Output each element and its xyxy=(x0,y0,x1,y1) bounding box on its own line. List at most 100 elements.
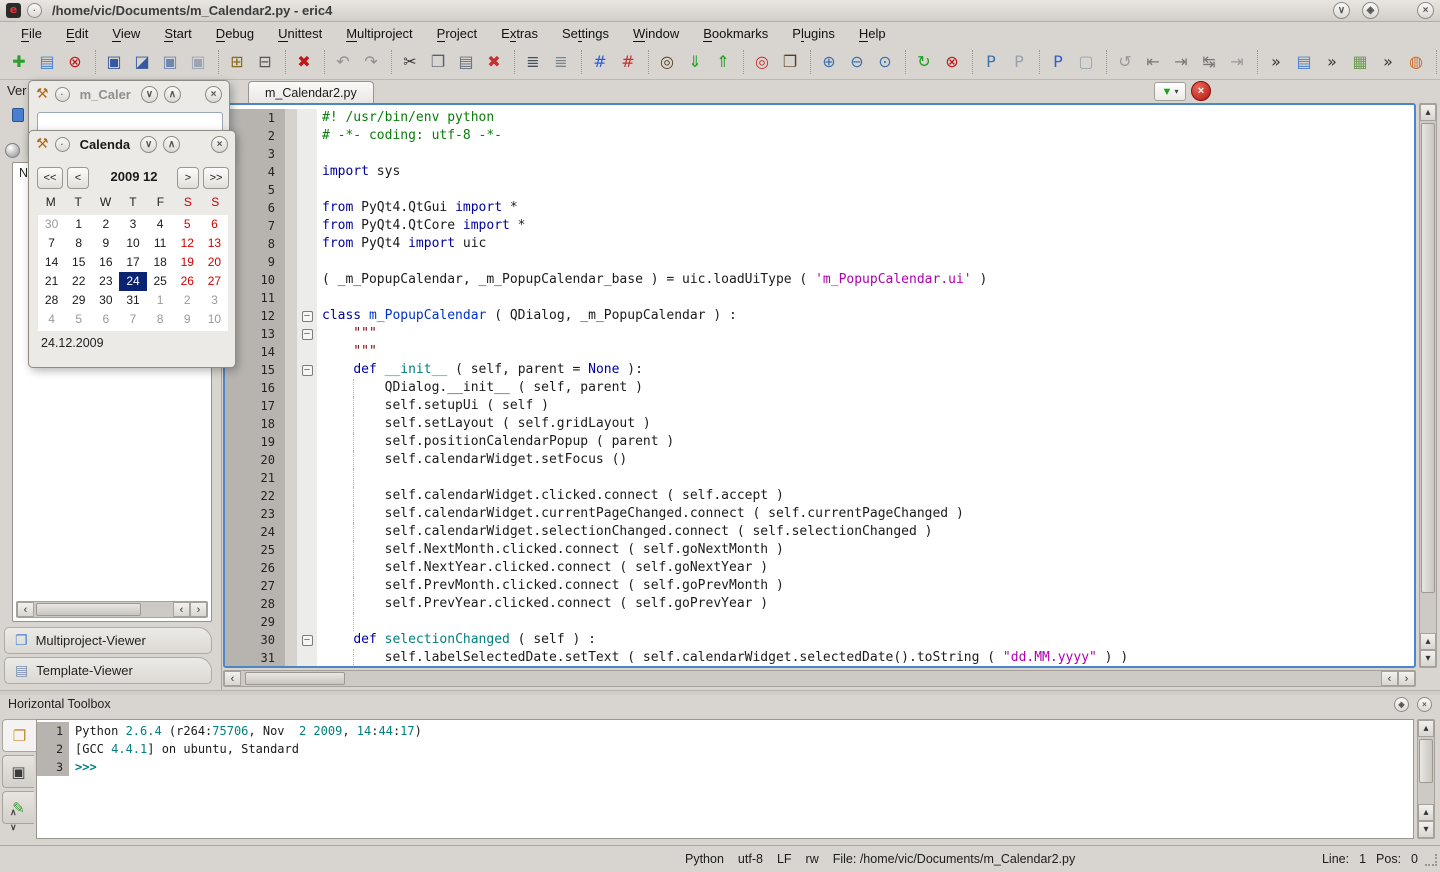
menu-plugins[interactable]: Plugins xyxy=(781,24,846,43)
calendar-day[interactable]: 30 xyxy=(38,215,65,234)
calendar-day[interactable]: 30 xyxy=(92,291,119,310)
calendar-day[interactable]: 21 xyxy=(38,272,65,291)
smart-indent-icon[interactable]: ↹ xyxy=(1196,49,1222,75)
paste-icon[interactable]: ▤ xyxy=(453,49,479,75)
menu-bookmarks[interactable]: Bookmarks xyxy=(692,24,779,43)
scroll-right-button[interactable]: › xyxy=(190,602,207,617)
task-viewer-tab[interactable]: ✎ xyxy=(2,791,34,824)
calendar-day[interactable]: 7 xyxy=(119,310,146,329)
calendar-day[interactable]: 8 xyxy=(65,234,92,253)
calendar-day[interactable]: 28 xyxy=(38,291,65,310)
float-toolbox-button[interactable]: ◈ xyxy=(1394,697,1409,712)
calendar-day[interactable]: 4 xyxy=(38,310,65,329)
debug-script-icon[interactable]: P xyxy=(1045,49,1071,75)
python-shell[interactable]: 1Python 2.6.4 (r264:75706, Nov 2 2009, 1… xyxy=(36,719,1414,839)
goto-brace-icon[interactable]: # xyxy=(615,49,641,75)
app-window-titlebar[interactable]: ⚒ · m_Caler ∨ ∧ × xyxy=(29,81,229,107)
uncomment-icon[interactable]: ≣ xyxy=(548,49,574,75)
save-as-icon[interactable]: ◪ xyxy=(129,49,155,75)
calendar-popup-window[interactable]: ⚒ · Calenda ∨ ∧ × << < 2009 12 > >> MTWT… xyxy=(28,130,236,368)
menu-project[interactable]: Project xyxy=(426,24,488,43)
calendar-day[interactable]: 1 xyxy=(65,215,92,234)
toolbar-overflow-1-icon[interactable]: » xyxy=(1263,49,1289,75)
menu-multiproject[interactable]: Multiproject xyxy=(335,24,423,43)
shade-window-button[interactable]: ∨ xyxy=(1333,2,1350,19)
stop-icon[interactable]: ⊗ xyxy=(939,49,965,75)
calendar-day[interactable]: 22 xyxy=(65,272,92,291)
maximize-window-button[interactable]: ◈ xyxy=(1362,2,1379,19)
scroll-right-button[interactable]: › xyxy=(1398,671,1415,686)
calendar-day[interactable]: 24 xyxy=(119,272,146,291)
redo-icon[interactable]: ↷ xyxy=(358,49,384,75)
calendar-day[interactable]: 9 xyxy=(174,310,201,329)
pin-icon[interactable]: · xyxy=(55,137,70,152)
fold-marker[interactable]: – xyxy=(302,365,313,376)
autocomplete-icon[interactable]: ⇥ xyxy=(1224,49,1250,75)
calendar-day[interactable]: 12 xyxy=(174,234,201,253)
scroll-down-button[interactable]: ▾ xyxy=(1420,650,1436,667)
print-icon[interactable]: ⊞ xyxy=(224,49,250,75)
scrollbar-thumb[interactable] xyxy=(36,603,141,616)
scroll-left-button[interactable]: ‹ xyxy=(224,671,241,686)
sidebar-horizontal-scrollbar[interactable]: ‹ ‹ › xyxy=(16,601,208,618)
calendar-day[interactable]: 29 xyxy=(65,291,92,310)
tab-scroll-up-icon[interactable]: ∧ xyxy=(10,807,17,818)
fold-marker[interactable]: – xyxy=(302,635,313,646)
scroll-up-button[interactable]: ▴ xyxy=(1418,720,1434,737)
refresh-icon[interactable]: ↻ xyxy=(911,49,937,75)
zoom-reset-icon[interactable]: ⊙ xyxy=(872,49,898,75)
calendar-day[interactable]: 14 xyxy=(38,253,65,272)
scrollbar-track[interactable] xyxy=(241,671,1381,686)
save-icon[interactable]: ▣ xyxy=(101,49,127,75)
calendar-day[interactable]: 25 xyxy=(147,272,174,291)
undo-icon[interactable]: ↶ xyxy=(330,49,356,75)
calendar-day[interactable]: 4 xyxy=(147,215,174,234)
scrollbar-thumb[interactable] xyxy=(1421,123,1435,593)
menu-view[interactable]: View xyxy=(101,24,151,43)
open-file-icon[interactable]: ▤ xyxy=(34,49,60,75)
calendar-day[interactable]: 13 xyxy=(201,234,228,253)
menu-window[interactable]: Window xyxy=(622,24,690,43)
menu-help[interactable]: Help xyxy=(848,24,897,43)
zoom-in-icon[interactable]: ⊕ xyxy=(816,49,842,75)
help-browser-icon[interactable]: ◍ xyxy=(1403,49,1429,75)
zoom-out-icon[interactable]: ⊖ xyxy=(844,49,870,75)
close-editor-button[interactable]: × xyxy=(1191,81,1211,101)
log-viewer-tab[interactable]: ❐ xyxy=(2,719,36,752)
pin-icon[interactable]: · xyxy=(27,3,42,18)
unindent-icon[interactable]: ⇤ xyxy=(1140,49,1166,75)
close-button[interactable]: × xyxy=(205,86,222,103)
menu-extras[interactable]: Extras xyxy=(490,24,549,43)
scroll-up-button[interactable]: ▴ xyxy=(1420,104,1436,121)
sidebar-tab-multiproject-viewer[interactable]: ❐Multiproject-Viewer xyxy=(4,627,212,654)
close-file-icon[interactable]: ⊗ xyxy=(62,49,88,75)
tab-scroll-down-icon[interactable]: ∨ xyxy=(10,822,17,833)
toolbox-tab-scroll[interactable]: ∧ ∨ xyxy=(10,807,17,833)
scrollbar-track[interactable] xyxy=(1418,737,1434,804)
unshade-button[interactable]: ∧ xyxy=(164,86,181,103)
calendar-day[interactable]: 18 xyxy=(147,253,174,272)
unshade-button[interactable]: ∧ xyxy=(163,136,180,153)
save-copy-icon[interactable]: ▣ xyxy=(157,49,183,75)
search-prev-icon[interactable]: ⇑ xyxy=(710,49,736,75)
new-file-icon[interactable]: ✚ xyxy=(6,49,32,75)
shade-button[interactable]: ∨ xyxy=(141,86,158,103)
prev-year-button[interactable]: << xyxy=(37,167,63,189)
calendar-day[interactable]: 26 xyxy=(174,272,201,291)
shade-button[interactable]: ∨ xyxy=(140,136,157,153)
menu-start[interactable]: Start xyxy=(153,24,202,43)
copy-icon[interactable]: ❐ xyxy=(425,49,451,75)
calendar-day[interactable]: 6 xyxy=(92,310,119,329)
editor-horizontal-scrollbar[interactable]: ‹ ‹ › xyxy=(223,670,1416,687)
calendar-day[interactable]: 15 xyxy=(65,253,92,272)
calendar-day[interactable]: 10 xyxy=(119,234,146,253)
calendar-day[interactable]: 16 xyxy=(92,253,119,272)
calendar-day[interactable]: 11 xyxy=(147,234,174,253)
calendar-day[interactable]: 10 xyxy=(201,310,228,329)
delete-icon[interactable]: ✖ xyxy=(481,49,507,75)
toolbar-overflow-2-icon[interactable]: » xyxy=(1319,49,1345,75)
quit-icon[interactable]: ✖ xyxy=(291,49,317,75)
scroll-left-button[interactable]: ‹ xyxy=(17,602,34,617)
resize-grip[interactable] xyxy=(1425,854,1437,866)
calendar-day[interactable]: 2 xyxy=(174,291,201,310)
